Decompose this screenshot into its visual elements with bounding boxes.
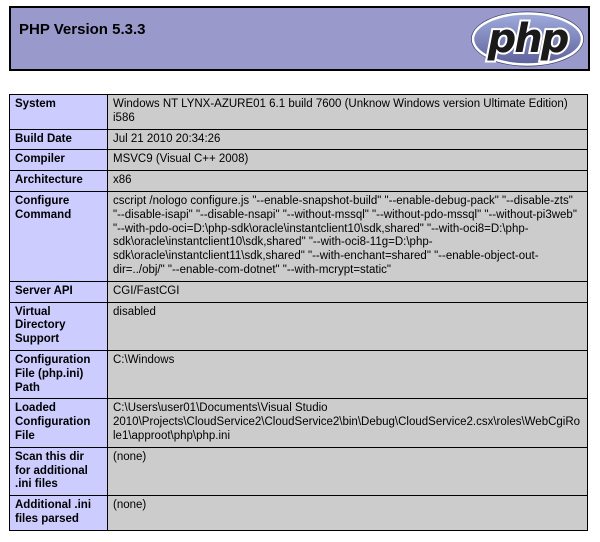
row-label: Configuration File (php.ini) Path bbox=[9, 349, 108, 400]
page-title: PHP Version 5.3.3 bbox=[19, 21, 146, 38]
table-row-server-api: Server API CGI/FastCGI bbox=[9, 280, 588, 303]
row-value: MSVC9 (Visual C++ 2008) bbox=[107, 149, 588, 172]
table-row-loaded-configuration-file: Loaded Configuration File C:\Users\user0… bbox=[9, 398, 588, 448]
table-row-architecture: Architecture x86 bbox=[9, 170, 588, 192]
row-value: (none) bbox=[107, 446, 588, 497]
row-value: Windows NT LYNX-AZURE01 6.1 build 7600 (… bbox=[107, 94, 588, 130]
table-row-virtual-directory-support: Virtual Directory Support disabled bbox=[9, 301, 588, 351]
row-label: Additional .ini files parsed bbox=[9, 495, 108, 531]
phpinfo-header: PHP Version 5.3.3 php bbox=[9, 6, 590, 71]
table-row-compiler: Compiler MSVC9 (Visual C++ 2008) bbox=[9, 149, 588, 172]
row-value: (none) bbox=[107, 495, 588, 531]
php-info-table: System Windows NT LYNX-AZURE01 6.1 build… bbox=[9, 94, 588, 531]
row-label: Loaded Configuration File bbox=[9, 398, 108, 448]
row-value: C:\Users\user01\Documents\Visual Studio … bbox=[107, 398, 588, 448]
php-logo-icon[interactable]: php bbox=[469, 10, 586, 68]
row-label: Scan this dir for additional .ini files bbox=[9, 446, 108, 497]
row-value: disabled bbox=[107, 301, 588, 351]
table-row-system: System Windows NT LYNX-AZURE01 6.1 build… bbox=[9, 94, 588, 130]
row-label: Server API bbox=[9, 280, 108, 303]
table-row-additional-ini: Additional .ini files parsed (none) bbox=[9, 495, 588, 531]
row-value: CGI/FastCGI bbox=[107, 280, 588, 303]
row-label: Compiler bbox=[9, 149, 108, 172]
row-value: Jul 21 2010 20:34:26 bbox=[107, 128, 588, 151]
table-row-build-date: Build Date Jul 21 2010 20:34:26 bbox=[9, 128, 588, 151]
row-value: cscript /nologo configure.js "--enable-s… bbox=[107, 190, 588, 282]
row-label: System bbox=[9, 94, 108, 130]
logo-text: php bbox=[487, 16, 569, 62]
table-row-scan-dir: Scan this dir for additional .ini files … bbox=[9, 446, 588, 497]
table-row-configuration-file-path: Configuration File (php.ini) Path C:\Win… bbox=[9, 349, 588, 400]
phpinfo-page: PHP Version 5.3.3 php System Windows NT … bbox=[0, 0, 600, 531]
row-label: Architecture bbox=[9, 170, 108, 192]
row-label: Build Date bbox=[9, 128, 108, 151]
row-label: Configure Command bbox=[9, 190, 108, 282]
row-label: Virtual Directory Support bbox=[9, 301, 108, 351]
row-value: C:\Windows bbox=[107, 349, 588, 400]
table-row-configure-command: Configure Command cscript /nologo config… bbox=[9, 190, 588, 282]
row-value: x86 bbox=[107, 170, 588, 192]
